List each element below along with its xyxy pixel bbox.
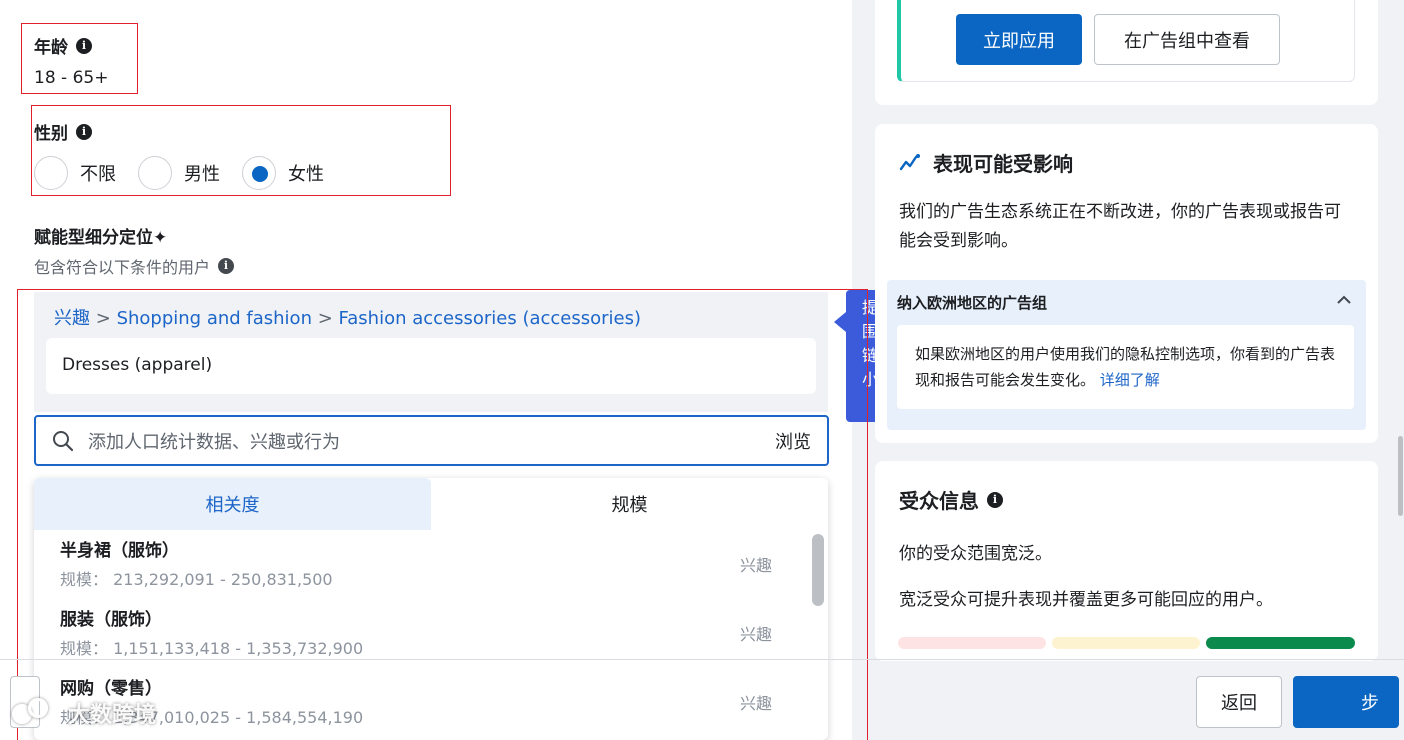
performance-card: 表现可能受影响 我们的广告生态系统正在不断改进，你的广告表现或报告可能会受到影响…: [875, 124, 1378, 443]
next-button[interactable]: 步: [1293, 676, 1399, 728]
subtitle-text: 包含符合以下条件的用户: [34, 258, 211, 277]
chevron-up-icon[interactable]: [1336, 290, 1352, 309]
watermark-text: 大数跨境: [68, 703, 157, 728]
gender-option-male[interactable]: 男性: [138, 156, 220, 190]
watermark: 大数跨境: [10, 696, 156, 730]
eu-ad-sets-accordion[interactable]: 纳入欧洲地区的广告组 如果欧洲地区的用户使用我们的隐私控制选项，你看到的广告表现…: [887, 280, 1366, 430]
audience-card: 受众信息 i 你的受众范围宽泛。 宽泛受众可提升表现并覆盖更多可能回应的用户。: [875, 461, 1378, 661]
info-icon[interactable]: i: [218, 258, 235, 274]
detailed-targeting-title-text: 赋能型细分定位✦: [34, 228, 168, 248]
info-icon[interactable]: i: [76, 37, 92, 54]
info-icon[interactable]: i: [987, 491, 1003, 508]
gender-option-label: 女性: [288, 164, 324, 185]
radio-button-icon[interactable]: [34, 156, 68, 190]
gender-radio-group: 不限 男性 女性: [34, 156, 346, 190]
audience-tip-text: 宽泛受众可提升表现并覆盖更多可能回应的用户。: [899, 590, 1273, 610]
watermark-logo-icon: [10, 696, 62, 730]
gender-option-label: 男性: [184, 164, 220, 185]
gender-section-title: 性别 i: [34, 119, 92, 144]
apply-now-button[interactable]: 立即应用: [956, 14, 1082, 65]
gender-label: 性别: [34, 124, 68, 144]
age-section-title: 年龄 i: [34, 33, 92, 58]
age-value[interactable]: 18 - 65+: [34, 68, 108, 88]
performance-card-title: 表现可能受影响: [899, 148, 1073, 177]
audience-meter-broad: [1206, 637, 1355, 649]
accordion-header[interactable]: 纳入欧洲地区的广告组: [897, 292, 1047, 313]
page-scrollbar-thumb[interactable]: [1398, 436, 1403, 516]
page-scrollbar[interactable]: [1397, 0, 1404, 740]
detailed-targeting-title: 赋能型细分定位✦: [34, 223, 167, 248]
trend-chart-icon: [899, 153, 920, 170]
audience-card-title: 受众信息 i: [899, 485, 1003, 514]
gender-option-all[interactable]: 不限: [34, 156, 116, 190]
footer-divider: [0, 659, 1404, 660]
back-button[interactable]: 返回: [1196, 676, 1282, 728]
gender-option-label: 不限: [80, 164, 116, 185]
audience-breadth-text: 你的受众范围宽泛。: [899, 544, 1052, 564]
audience-meter-narrow: [898, 637, 1046, 649]
audience-card-title-text: 受众信息: [899, 489, 979, 513]
learn-more-link[interactable]: 详细了解: [1100, 371, 1160, 389]
accordion-body: 如果欧洲地区的用户使用我们的隐私控制选项，你看到的广告表现和报告可能会发生变化。…: [897, 325, 1354, 409]
info-icon[interactable]: i: [76, 123, 92, 140]
age-label: 年龄: [34, 38, 68, 58]
radio-button-selected-icon[interactable]: [242, 156, 276, 190]
detailed-targeting-subtitle: 包含符合以下条件的用户 i: [34, 254, 235, 278]
view-in-ad-set-button[interactable]: 在广告组中查看: [1094, 14, 1280, 65]
performance-card-title-text: 表现可能受影响: [933, 152, 1073, 176]
radio-button-icon[interactable]: [138, 156, 172, 190]
targeting-highlight-box: [17, 289, 868, 740]
performance-card-description: 我们的广告生态系统正在不断改进，你的广告表现或报告可能会受到影响。: [899, 202, 1341, 251]
audience-meter-defined: [1052, 637, 1200, 649]
gender-option-female[interactable]: 女性: [242, 156, 324, 190]
